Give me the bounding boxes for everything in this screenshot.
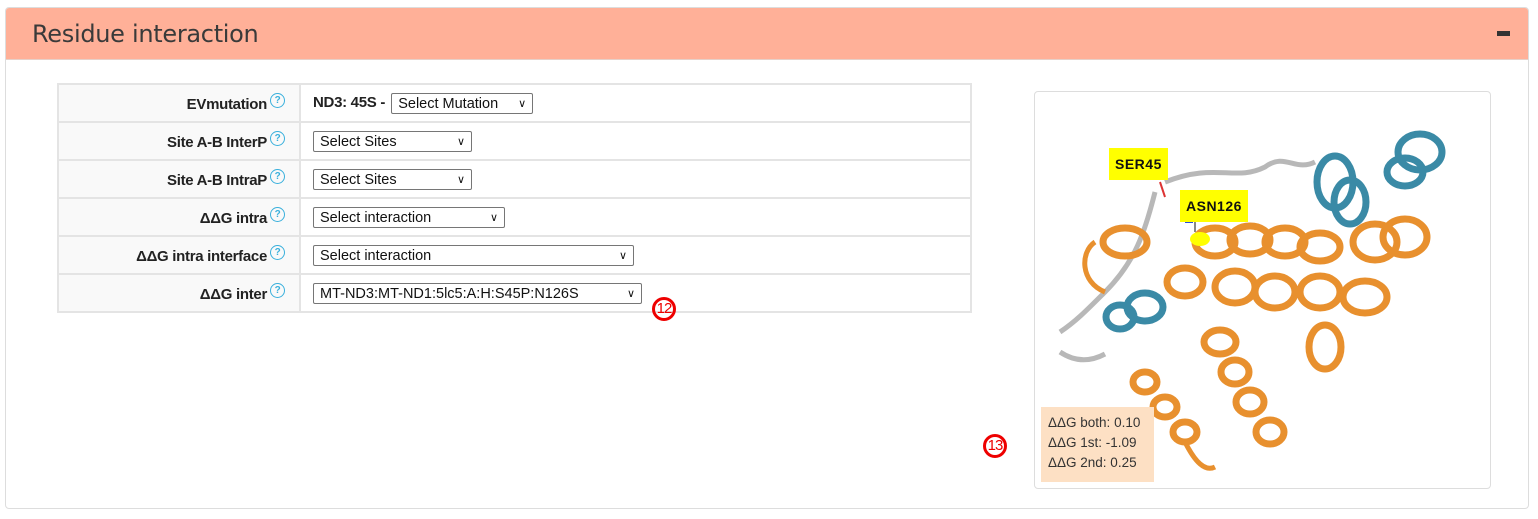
options-table: EVmutation? ND3: 45S - Select Mutation ∨ … [57,83,972,313]
loop-ribbon [1058,349,1107,363]
panel-title: Residue interaction [32,20,259,48]
row-label: ΔΔG intra interface? [57,235,301,275]
help-icon[interactable]: ? [270,207,285,222]
ddg-first: ΔΔG 1st: -1.09 [1048,435,1137,450]
chevron-down-icon: ∨ [618,249,627,262]
table-row: ΔΔG intra interface? Select interaction ∨ [57,235,972,275]
residue-label-asn126: ASN126 [1180,190,1248,222]
collapse-button[interactable] [1497,31,1510,36]
ddg-inter-select[interactable]: MT-ND3:MT-ND1:5lc5:A:H:S45P:N126S ∨ [313,282,642,304]
ddg-second: ΔΔG 2nd: 0.25 [1048,455,1137,470]
chevron-down-icon: ∨ [456,135,465,148]
table-row: ΔΔG intra? Select interaction ∨ [57,197,972,237]
chevron-down-icon: ∨ [626,287,635,300]
row-label: ΔΔG intra? [57,197,301,237]
row-label: Site A-B IntraP? [57,159,301,199]
table-row: ΔΔG inter? MT-ND3:MT-ND1:5lc5:A:H:S45P:N… [57,273,972,313]
row-label: EVmutation? [57,83,301,123]
row-label: Site A-B InterP? [57,121,301,161]
ddg-intra-select[interactable]: Select interaction ∨ [313,206,505,228]
chevron-down-icon: ∨ [489,211,498,224]
residue-label-ser45: SER45 [1109,148,1168,180]
panel-header[interactable]: Residue interaction [6,8,1528,60]
help-icon[interactable]: ? [270,245,285,260]
annotation-marker-12: 12 [652,297,676,321]
help-icon[interactable]: ? [270,283,285,298]
chevron-down-icon: ∨ [518,97,527,110]
chevron-down-icon: ∨ [456,173,465,186]
site-intrap-select[interactable]: Select Sites ∨ [313,168,472,190]
loop-ribbon [1182,440,1217,471]
highlight-residue [1190,232,1210,246]
evmutation-select[interactable]: Select Mutation ∨ [391,92,534,114]
loop-ribbon [1164,158,1317,185]
table-row: Site A-B IntraP? Select Sites ∨ [57,159,972,199]
residue-sidechain [1159,181,1166,198]
table-row: Site A-B InterP? Select Sites ∨ [57,121,972,161]
mutation-prefix: ND3: 45S - [313,93,386,111]
help-icon[interactable]: ? [270,93,285,108]
row-label: ΔΔG inter? [57,273,301,313]
ddg-intra-interface-select[interactable]: Select interaction ∨ [313,244,634,266]
ddg-summary-box: ΔΔG both: 0.10 ΔΔG 1st: -1.09 ΔΔG 2nd: 0… [1041,407,1154,482]
help-icon[interactable]: ? [270,169,285,184]
ddg-both: ΔΔG both: 0.10 [1048,415,1141,430]
table-row: EVmutation? ND3: 45S - Select Mutation ∨ [57,83,972,123]
help-icon[interactable]: ? [270,131,285,146]
annotation-marker-13: 13 [983,434,1007,458]
site-interp-select[interactable]: Select Sites ∨ [313,130,472,152]
